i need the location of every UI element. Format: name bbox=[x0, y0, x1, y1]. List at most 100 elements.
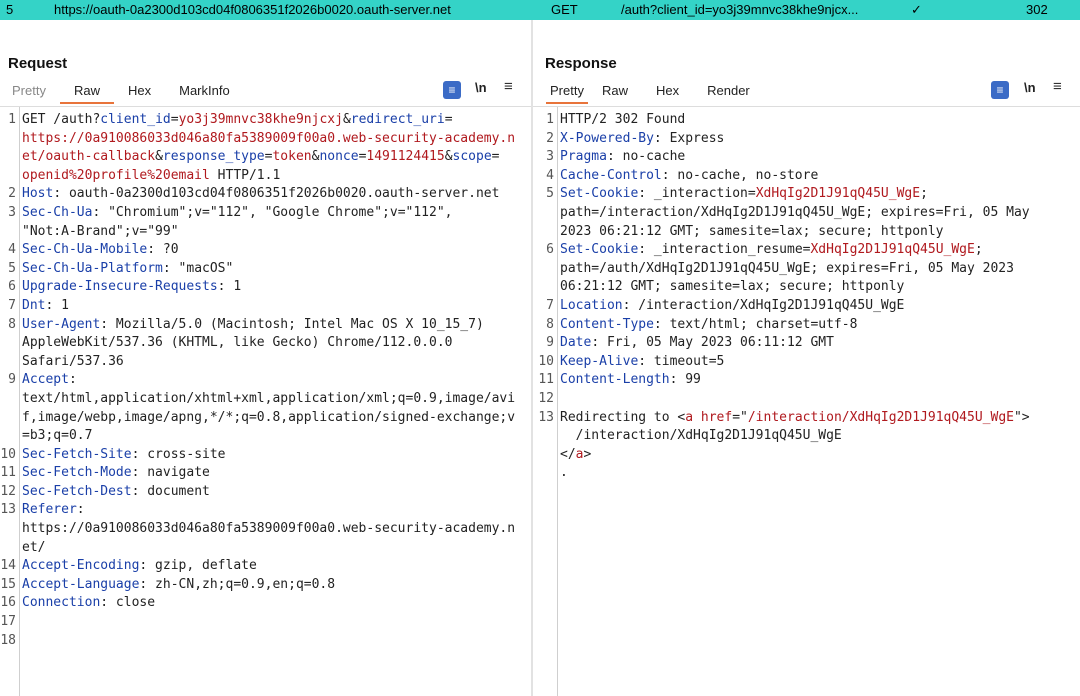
line-number: 1 bbox=[546, 112, 554, 127]
token: openid%20profile%20email bbox=[22, 167, 210, 183]
line-number: 12 bbox=[538, 390, 554, 406]
line-text: AppleWebKit/537.36 (KHTML, like Gecko) C… bbox=[18, 334, 452, 353]
code-line: </a> bbox=[533, 446, 1080, 465]
line-text: Content-Length: 99 bbox=[556, 371, 701, 390]
code-line: 9 Date: Fri, 05 May 2023 06:11:12 GMT bbox=[533, 334, 1080, 353]
tab-pretty[interactable]: Pretty bbox=[12, 82, 60, 104]
line-number: 4 bbox=[8, 242, 16, 258]
line-text: 2023 06:21:12 GMT; samesite=lax; secure;… bbox=[556, 223, 944, 242]
token: ; bbox=[974, 242, 983, 258]
code-line: 1 GET /auth?client_id=yo3j39mnvc38khe9njc… bbox=[0, 111, 531, 130]
line-text: Sec-Ch-Ua-Platform: "macOS" bbox=[18, 260, 233, 279]
code-line: et/oauth-callback&response_type=token&no… bbox=[0, 148, 531, 167]
token: Referer bbox=[22, 502, 77, 518]
line-number bbox=[533, 464, 556, 483]
hamburger-menu-icon[interactable]: ≡ bbox=[1053, 78, 1062, 95]
wrap-lines-icon[interactable]: ≡ bbox=[991, 81, 1009, 99]
code-line: https://0a910086033d046a80fa5389009f00a0… bbox=[0, 520, 531, 539]
line-number: 1 bbox=[8, 112, 16, 127]
line-number bbox=[533, 260, 556, 279]
line-number: 3 bbox=[546, 149, 554, 165]
line-text bbox=[18, 632, 22, 651]
response-wrap-toggle[interactable]: ≡ bbox=[991, 81, 1009, 99]
history-row-selected[interactable]: 5 https://oauth-0a2300d103cd04f0806351f2… bbox=[0, 0, 1080, 20]
history-row-number: 5 bbox=[6, 2, 14, 17]
line-number bbox=[0, 390, 18, 409]
token: =" bbox=[732, 409, 748, 425]
tab-raw[interactable]: Raw bbox=[588, 82, 642, 104]
line-number: 5 bbox=[8, 260, 16, 276]
line-text: 06:21:12 GMT; samesite=lax; secure; http… bbox=[556, 278, 904, 297]
line-number bbox=[0, 409, 18, 428]
line-number bbox=[0, 167, 18, 186]
line-text: openid%20profile%20email HTTP/1.1 bbox=[18, 167, 280, 186]
line-number: 8 bbox=[8, 316, 16, 332]
code-line: 1 HTTP/2 302 Found bbox=[533, 111, 1080, 130]
code-line: text/html,application/xhtml+xml,applicat… bbox=[0, 390, 531, 409]
line-number: 10 bbox=[0, 446, 16, 462]
hamburger-menu-icon[interactable]: ≡ bbox=[504, 78, 513, 95]
response-editor[interactable]: 1 HTTP/2 302 Found 2 X-Powered-By: Express 3… bbox=[533, 106, 1080, 696]
line-number bbox=[533, 446, 556, 465]
line-text: HTTP/2 302 Found bbox=[556, 111, 685, 130]
line-text: Sec-Ch-Ua-Mobile: ?0 bbox=[18, 241, 179, 260]
code-line: 7 Dnt: 1 bbox=[0, 297, 531, 316]
line-text: Keep-Alive: timeout=5 bbox=[556, 353, 724, 372]
request-panel: Request Pretty Raw Hex MarkInfo ≡ \n ≡ 1 GET… bbox=[0, 20, 531, 696]
line-text: . bbox=[556, 464, 568, 483]
request-editor[interactable]: 1 GET /auth?client_id=yo3j39mnvc38khe9njc… bbox=[0, 106, 531, 696]
token: : _interaction_resume= bbox=[638, 242, 811, 258]
code-line: 15 Accept-Language: zh-CN,zh;q=0.9,en;q=0… bbox=[0, 576, 531, 595]
response-newline-toggle[interactable]: \n bbox=[1024, 80, 1036, 95]
token: https://0a910086033d046a80fa5389009f00a0… bbox=[22, 521, 516, 537]
token: redirect_uri bbox=[350, 112, 445, 127]
tab-render[interactable]: Render bbox=[693, 82, 764, 104]
history-row-method: GET bbox=[551, 2, 578, 17]
wrap-lines-icon[interactable]: ≡ bbox=[443, 81, 461, 99]
token: : 1 bbox=[45, 297, 69, 313]
token: : timeout=5 bbox=[638, 353, 725, 369]
token: : zh-CN,zh;q=0.9,en;q=0.8 bbox=[139, 576, 336, 592]
line-text: text/html,application/xhtml+xml,applicat… bbox=[18, 390, 515, 409]
line-number: 11 bbox=[538, 372, 554, 388]
line-text: Accept: bbox=[18, 371, 77, 390]
request-newline-toggle[interactable]: \n bbox=[475, 80, 487, 95]
token: path=/interaction/XdHqIg2D1J91qQ45U_WgE;… bbox=[560, 204, 1030, 220]
tab-hex[interactable]: Hex bbox=[642, 82, 693, 104]
line-text: X-Powered-By: Express bbox=[556, 130, 724, 149]
request-wrap-toggle[interactable]: ≡ bbox=[443, 81, 461, 99]
token: User-Agent bbox=[22, 316, 101, 332]
code-line: 11 Content-Length: 99 bbox=[533, 371, 1080, 390]
token: : 1 bbox=[217, 279, 242, 295]
token: client_id bbox=[100, 112, 171, 127]
line-number: 3 bbox=[8, 204, 16, 220]
token: : /interaction/XdHqIg2D1J91qQ45U_WgE bbox=[622, 297, 905, 313]
token: </ bbox=[560, 446, 576, 462]
token: & bbox=[444, 149, 453, 165]
line-number: 10 bbox=[538, 353, 554, 369]
line-text: Sec-Fetch-Dest: document bbox=[18, 483, 210, 502]
token: Sec-Fetch-Dest bbox=[22, 483, 132, 499]
code-line: "Not:A-Brand";v="99" bbox=[0, 223, 531, 242]
code-line: 6 Upgrade-Insecure-Requests: 1 bbox=[0, 278, 531, 297]
tab-pretty[interactable]: Pretty bbox=[546, 82, 588, 104]
token: Sec-Fetch-Site bbox=[22, 446, 132, 462]
line-number: 13 bbox=[0, 502, 16, 518]
line-text: Pragma: no-cache bbox=[556, 148, 685, 167]
token: f,image/webp,image/apng,*/*;q=0.8,applic… bbox=[22, 409, 516, 425]
line-number: 8 bbox=[546, 316, 554, 332]
tab-hex[interactable]: Hex bbox=[114, 82, 165, 104]
code-line: 13 Referer: bbox=[0, 501, 531, 520]
code-line: 18 bbox=[0, 632, 531, 651]
token: Sec-Ch-Ua-Platform bbox=[22, 260, 163, 276]
token: =b3;q=0.7 bbox=[22, 428, 93, 444]
tab-raw[interactable]: Raw bbox=[59, 82, 114, 104]
tab-markinfo[interactable]: MarkInfo bbox=[165, 82, 244, 104]
code-line: 12 Sec-Fetch-Dest: document bbox=[0, 483, 531, 502]
line-number: 14 bbox=[0, 558, 16, 574]
line-number: 4 bbox=[546, 167, 554, 183]
line-number: 2 bbox=[546, 130, 554, 146]
line-number: 9 bbox=[546, 335, 554, 351]
history-row-check: ✓ bbox=[911, 2, 922, 17]
